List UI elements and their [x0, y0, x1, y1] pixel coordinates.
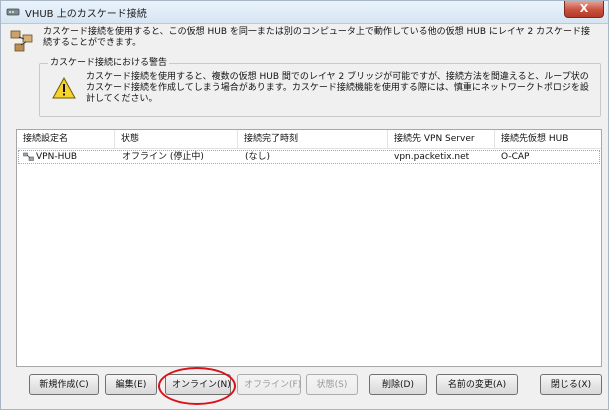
- cell-status: オフライン (停止中): [122, 152, 204, 162]
- close-button[interactable]: 閉じる(X): [540, 374, 602, 395]
- column-vpn-server[interactable]: 接続先 VPN Server: [388, 130, 495, 148]
- cascade-window: VHUB 上のカスケード接続 X カスケード接続を使用すると、この仮想 HUB …: [0, 0, 609, 410]
- cell-virtual-hub: O-CAP: [501, 152, 530, 162]
- column-virtual-hub[interactable]: 接続先仮想 HUB: [495, 130, 601, 148]
- warning-title: カスケード接続における警告: [48, 58, 170, 69]
- warning-text: カスケード接続を使用すると、複数の仮想 HUB 間でのレイヤ 2 ブリッジが可能…: [86, 72, 589, 104]
- warning-group: カスケード接続における警告 カスケード接続を使用すると、複数の仮想 HUB 間で…: [39, 58, 601, 117]
- button-bar: 新規作成(C) 編集(E) オンライン(N) オフライン(F) 状態(S) 削除…: [1, 374, 608, 398]
- vpn-hub-icon: [6, 8, 20, 16]
- close-icon: X: [579, 2, 589, 15]
- column-status[interactable]: 状態: [115, 130, 238, 148]
- new-button[interactable]: 新規作成(C): [29, 374, 99, 395]
- online-button-highlight: [158, 367, 236, 405]
- edit-button[interactable]: 編集(E): [105, 374, 157, 395]
- window-close-button[interactable]: X: [564, 1, 604, 18]
- status-button[interactable]: 状態(S): [306, 374, 358, 395]
- column-connection-name[interactable]: 接続設定名: [17, 130, 115, 148]
- offline-button[interactable]: オフライン(F): [237, 374, 301, 395]
- intro-description: カスケード接続を使用すると、この仮想 HUB を同一または別のコンピュータ上で動…: [43, 27, 591, 48]
- delete-button[interactable]: 削除(D): [369, 374, 427, 395]
- table-row[interactable]: VPN-HUB オフライン (停止中) (なし) vpn.packetix.ne…: [18, 150, 600, 164]
- column-connected-time[interactable]: 接続完了時刻: [238, 130, 388, 148]
- cascade-connection-list[interactable]: 接続設定名 状態 接続完了時刻 接続先 VPN Server 接続先仮想 HUB…: [16, 129, 602, 367]
- cascade-connection-icon: [10, 30, 33, 52]
- list-header: 接続設定名 状態 接続完了時刻 接続先 VPN Server 接続先仮想 HUB: [17, 130, 601, 149]
- cell-connection-name: VPN-HUB: [36, 152, 78, 162]
- window-title: VHUB 上のカスケード接続: [25, 9, 147, 20]
- cascade-connection-icon: [23, 152, 34, 161]
- title-bar[interactable]: VHUB 上のカスケード接続 X: [1, 1, 608, 24]
- rename-button[interactable]: 名前の変更(A): [436, 374, 518, 395]
- cell-connected-time: (なし): [245, 152, 271, 162]
- cell-vpn-server: vpn.packetix.net: [394, 152, 470, 162]
- warning-icon: [52, 77, 76, 99]
